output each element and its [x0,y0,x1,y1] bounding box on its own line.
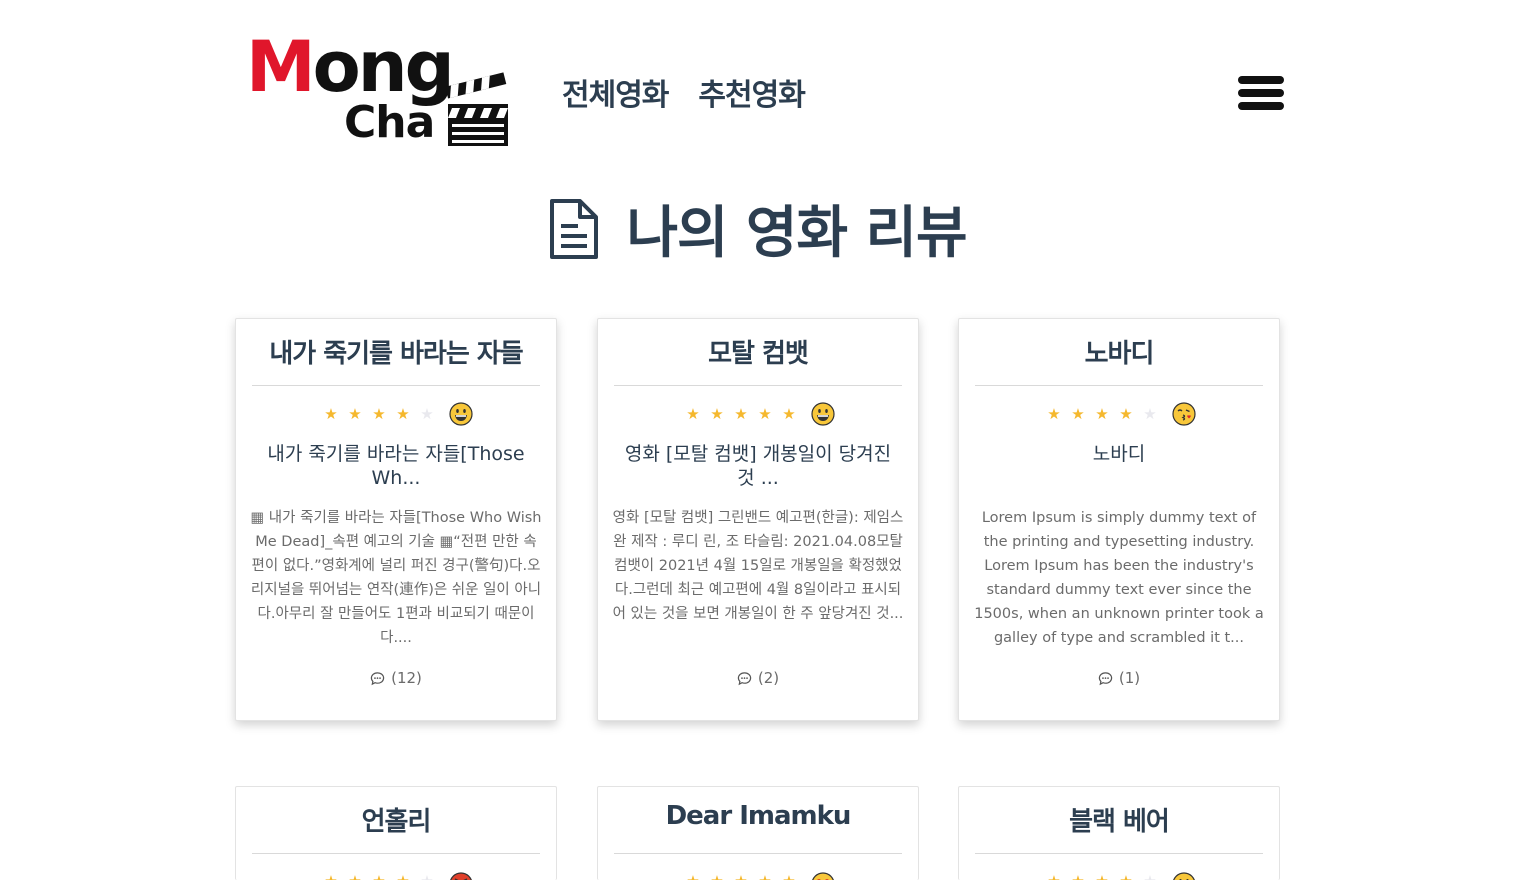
speech-bubble-icon [737,671,752,685]
star-icon: ★ [1047,405,1061,423]
comment-count-text: (1) [1118,669,1141,687]
comment-count-text: (12) [391,669,422,687]
site-header: Mong Cha 전체영화 추천영화 [0,0,1515,170]
grinning-face-icon [811,402,835,426]
card-movie-title: 블랙 베어 [1069,807,1170,837]
review-card[interactable]: 언홀리 ★ ★ ★ ★ ★ [235,786,557,880]
star-icon: ★ [777,872,801,880]
angry-face-icon [450,872,472,880]
card-movie-title: 모탈 컴뱃 [708,339,809,369]
star-icon: ★ [1114,872,1138,880]
card-review-excerpt: Lorem Ipsum is simply dummy text of the … [974,510,1264,646]
star-icon: ★ [734,405,748,423]
card-movie-title: 노바디 [1084,339,1155,369]
comment-count[interactable]: (2) [598,658,918,708]
star-icon: ★ [1095,405,1109,423]
star-icon: ★ [705,872,729,880]
review-card[interactable]: 내가 죽기를 바라는 자들 ★ ★ ★ ★ ★ 내가 죽기를 바라는 자들[Th… [235,318,557,721]
star-icon: ★ [396,405,410,423]
heart-eyes-face-icon [812,872,834,880]
mongcha-logo[interactable]: Mong Cha [246,30,512,150]
star-icon: ★ [1090,872,1114,880]
star-icon: ★ [681,872,705,880]
star-icon: ★ [1042,872,1066,880]
page-title-area: 나의 영화 리뷰 [0,188,1515,269]
card-review-excerpt: ▦ 내가 죽기를 바라는 자들[Those Who Wish Me Dead]_… [250,510,542,646]
page-title: 나의 영화 리뷰 [548,188,968,269]
star-icon: ★ [367,872,391,880]
star-empty-icon: ★ [1138,872,1162,880]
star-icon: ★ [686,405,700,423]
star-icon: ★ [729,872,753,880]
card-movie-title: 언홀리 [361,807,432,837]
star-icon: ★ [758,405,772,423]
star-rating: ★ ★ ★ ★ ★ [598,854,918,880]
star-rating: ★ ★ ★ ★ ★ [959,386,1279,442]
star-icon: ★ [348,405,362,423]
logo-text-cha: Cha [344,97,435,148]
kissing-face-icon [1172,402,1196,426]
document-icon [550,198,599,259]
star-rating: ★ ★ ★ ★ ★ [959,854,1279,880]
review-card[interactable]: 노바디 ★ ★ ★ ★ ★ 노바디 Lorem Ipsum is simply … [958,318,1280,721]
speech-bubble-icon [370,671,385,685]
star-icon: ★ [319,872,343,880]
star-rating: ★ ★ ★ ★ ★ [236,854,556,880]
star-icon: ★ [391,872,415,880]
card-movie-title: 내가 죽기를 바라는 자들 [269,339,523,369]
card-movie-title: Dear Imamku [665,801,852,831]
star-rating: ★ ★ ★ ★ ★ [598,386,918,442]
comment-count[interactable]: (1) [959,658,1279,708]
comment-count[interactable]: (12) [236,658,556,708]
star-empty-icon: ★ [420,405,434,423]
nav-all-movies[interactable]: 전체영화 [562,70,669,114]
review-card[interactable]: 블랙 베어 ★ ★ ★ ★ ★ [958,786,1280,880]
star-rating: ★ ★ ★ ★ ★ [236,386,556,442]
star-icon: ★ [324,405,338,423]
comment-count-text: (2) [757,669,780,687]
clapperboard-icon [446,72,508,146]
star-empty-icon: ★ [415,872,439,880]
neutral-face-icon [1173,872,1195,880]
speech-bubble-icon [1098,671,1113,685]
star-empty-icon: ★ [1143,405,1157,423]
page-title-text: 나의 영화 리뷰 [626,201,967,266]
card-review-title: 내가 죽기를 바라는 자들[Those Wh... [267,443,525,489]
grinning-face-icon [449,402,473,426]
main-nav: 전체영화 추천영화 [562,70,806,114]
star-icon: ★ [753,872,777,880]
hamburger-menu-icon[interactable] [1238,76,1286,114]
star-icon: ★ [1119,405,1133,423]
star-icon: ★ [372,405,386,423]
nav-recommended-movies[interactable]: 추천영화 [698,70,805,114]
star-icon: ★ [1066,872,1090,880]
star-icon: ★ [343,872,367,880]
star-icon: ★ [1071,405,1085,423]
star-icon: ★ [782,405,796,423]
card-review-excerpt: 영화 [모탈 컴뱃] 그린밴드 예고편(한글): 제임스 완 제작 : 루디 린… [612,510,904,622]
review-card[interactable]: Dear Imamku ★ ★ ★ ★ ★ [597,786,919,880]
star-icon: ★ [710,405,724,423]
card-review-title: 노바디 [1092,443,1146,465]
card-review-title: 영화 [모탈 컴뱃] 개봉일이 당겨진 것 ... [624,443,892,489]
logo-text-mong: Mong [246,26,455,108]
review-card[interactable]: 모탈 컴뱃 ★ ★ ★ ★ ★ 영화 [모탈 컴뱃] 개봉일이 당겨진 것 ..… [597,318,919,721]
